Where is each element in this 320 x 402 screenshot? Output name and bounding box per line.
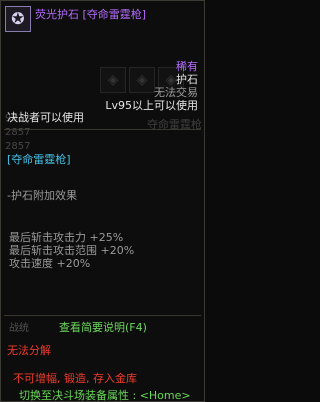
view-description-button[interactable]: 查看简要说明(F4) — [59, 321, 147, 334]
effect-line: 最后斩击攻击力 +25% — [9, 231, 124, 244]
item-name: 荧光护石 [夺命雷霆枪] — [35, 8, 147, 21]
item-tooltip: ◈ ◈ ◈ 957 2857 2857 夺命雷霆枪 战统 ✪ 荧光护石 [夺命雷… — [0, 0, 205, 402]
background-slot-icon: ◈ — [100, 67, 126, 93]
divider — [4, 315, 201, 316]
background-number: 2857 — [5, 141, 31, 152]
divider — [4, 129, 201, 130]
class-requirement: 决战者可以使用 — [7, 111, 84, 124]
talisman-icon: ✪ — [5, 6, 31, 32]
rarity-label: 稀有 — [176, 60, 198, 73]
background-tab-label: 战统 — [9, 323, 29, 334]
effect-line: 攻击速度 +20% — [9, 257, 91, 270]
level-requirement: Lv95以上可以使用 — [105, 99, 198, 112]
no-disassemble-label: 无法分解 — [7, 344, 51, 357]
restrictions-label: 不可增幅, 锻造, 存入金库 — [13, 372, 137, 385]
trade-status: 无法交易 — [154, 86, 198, 99]
item-category: 护石 — [176, 73, 198, 86]
background-number: 2857 — [5, 127, 31, 138]
effect-header: -护石附加效果 — [7, 189, 77, 202]
effect-line: 最后斩击攻击范围 +20% — [9, 244, 135, 257]
switch-attribute-hint[interactable]: 切换至决斗场装备属性 : <Home> — [19, 389, 191, 402]
skill-name: [夺命雷霆枪] — [7, 153, 71, 166]
background-slot-icon: ◈ — [129, 67, 155, 93]
